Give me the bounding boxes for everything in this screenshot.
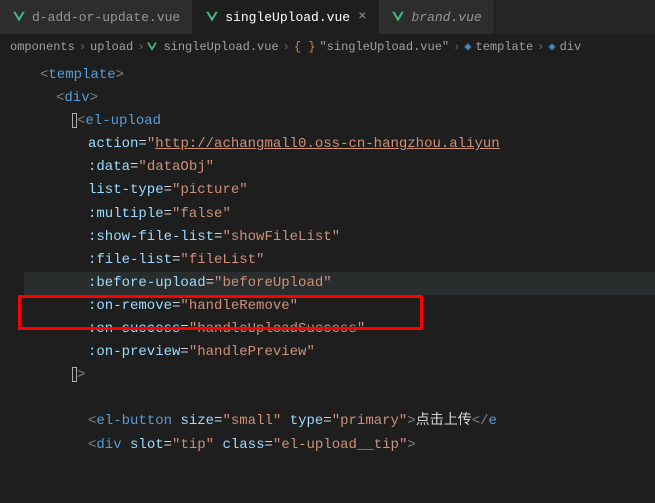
div-icon: ◈ [548,39,555,54]
code-line: <template> [24,64,655,87]
breadcrumb-item[interactable]: singleUpload.vue [163,40,278,54]
template-icon: ◈ [464,39,471,54]
code-line: action="http://achangmall0.oss-cn-hangzh… [24,133,655,156]
code-line: :show-file-list="showFileList" [24,226,655,249]
tab-label: singleUpload.vue [225,10,350,25]
code-line: :on-remove="handleRemove" [24,295,655,318]
code-line: :on-preview="handlePreview" [24,341,655,364]
chevron-right-icon: › [283,40,290,54]
vue-file-icon [146,41,158,53]
code-line: :on-success="handleUploadSuccess" [24,318,655,341]
braces-icon: { } [294,40,316,54]
code-line-blank [24,387,655,410]
code-line-highlighted: :before-upload="beforeUpload" [24,272,655,295]
code-line: :multiple="false" [24,203,655,226]
vue-file-icon [205,10,219,24]
vue-file-icon [12,10,26,24]
code-line: > [24,364,655,387]
vue-file-icon [391,10,405,24]
chevron-right-icon: › [137,40,144,54]
breadcrumb[interactable]: omponents › upload › singleUpload.vue › … [0,35,655,58]
breadcrumb-item[interactable]: upload [90,40,133,54]
breadcrumb-item[interactable]: "singleUpload.vue" [319,40,449,54]
tab-brand[interactable]: brand.vue [379,0,494,34]
close-icon[interactable]: × [358,9,366,25]
tab-add-or-update[interactable]: d-add-or-update.vue [0,0,193,34]
code-line: <div slot="tip" class="el-upload__tip"> [24,434,655,457]
breadcrumb-item[interactable]: omponents [10,40,75,54]
code-editor[interactable]: <template> <div> <el-upload action="http… [0,58,655,463]
breadcrumb-item[interactable]: div [560,40,582,54]
code-line: <el-upload [24,110,655,133]
code-line: <el-button size="small" type="primary">点… [24,410,655,433]
tab-singleupload[interactable]: singleUpload.vue × [193,0,379,34]
chevron-right-icon: › [79,40,86,54]
code-line: :data="dataObj" [24,156,655,179]
editor-tabs: d-add-or-update.vue singleUpload.vue × b… [0,0,655,35]
breadcrumb-item[interactable]: template [476,40,534,54]
tab-label: brand.vue [411,10,481,25]
chevron-right-icon: › [453,40,460,54]
code-line: list-type="picture" [24,179,655,202]
code-line: :file-list="fileList" [24,249,655,272]
tab-label: d-add-or-update.vue [32,10,180,25]
chevron-right-icon: › [537,40,544,54]
code-line: <div> [24,87,655,110]
